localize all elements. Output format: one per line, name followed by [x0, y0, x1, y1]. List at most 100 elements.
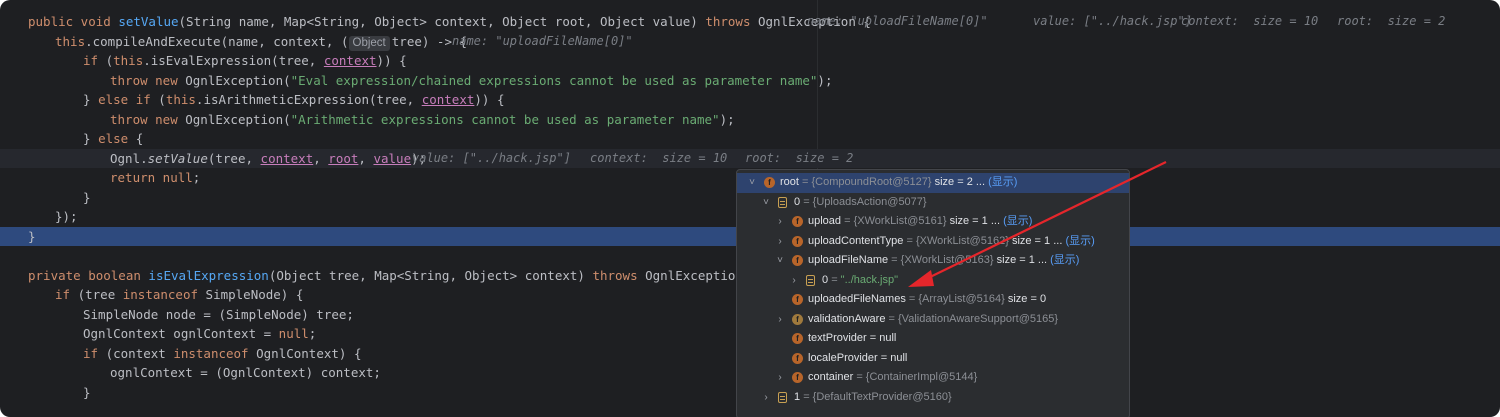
field-icon: f: [792, 294, 803, 305]
code-line[interactable]: public void setValue(String name, Map<St…: [0, 12, 1500, 32]
inline-debug-value: value: ["../hack.jsp"]: [412, 150, 571, 165]
chevron-right-icon[interactable]: ›: [775, 212, 785, 232]
node-text: 0 = "../hack.jsp": [822, 271, 898, 291]
code-token: Ognl.: [110, 150, 148, 166]
variable-name: textProvider: [808, 332, 867, 344]
code-line[interactable]: Ognl.setValue(tree, context, root, value…: [0, 148, 1500, 168]
code-token: return null: [110, 170, 193, 185]
code-token: "Eval expression/chained expressions can…: [290, 72, 818, 88]
code-token: isEvalExpression: [148, 267, 269, 283]
field-icon: f: [792, 255, 803, 266]
node-text: validationAware = {ValidationAwareSuppor…: [808, 310, 1058, 330]
code-token: .isArithmeticExpression(tree,: [195, 92, 422, 107]
variable-reference: = {DefaultTextProvider@5160}: [803, 390, 952, 403]
code-line[interactable]: } else if (this.isArithmeticExpression(t…: [0, 90, 1500, 110]
chevron-right-icon[interactable]: ›: [789, 271, 799, 291]
collection-size: size = 1 ...: [949, 215, 1001, 227]
node-text: upload = {XWorkList@5161} size = 1 ... (…: [808, 212, 1032, 232]
collection-size: size = 2 ...: [934, 176, 986, 188]
variable-name: 1: [794, 390, 801, 403]
code-token: (tree: [70, 287, 123, 302]
tree-node[interactable]: ˅ f root = {CompoundRoot@5127} size = 2 ..…: [737, 173, 1129, 193]
code-token: ,: [358, 150, 374, 166]
variable-name: upload: [808, 215, 842, 227]
tree-node[interactable]: ˅ f uploadFileName = {XWorkList@5163} size…: [737, 251, 1129, 271]
tree-node[interactable]: › f uploadContentType = {XWorkList@5162} s…: [737, 232, 1129, 252]
code-line[interactable]: throw new OgnlException("Eval expression…: [0, 71, 1500, 91]
chevron-down-icon[interactable]: ˅: [761, 193, 771, 213]
variable-name: container: [808, 371, 854, 383]
variable-reference: = {ValidationAwareSupport@5165}: [888, 312, 1058, 325]
chevron-right-icon[interactable]: ›: [775, 232, 785, 252]
code-token: SimpleNode) {: [198, 287, 304, 302]
chevron-right-icon[interactable]: ›: [775, 310, 785, 330]
code-token: throw new: [110, 72, 178, 88]
code-token: null: [278, 326, 309, 341]
inline-debug-value: root: size = 2: [1337, 14, 1446, 28]
code-token: });: [55, 209, 78, 224]
code-token: ;: [192, 170, 201, 185]
show-more-link[interactable]: (显示): [1050, 254, 1079, 266]
code-token: public void: [28, 14, 119, 29]
chevron-right-icon[interactable]: ›: [761, 388, 771, 408]
node-text: 0 = {UploadsAction@5077}: [794, 193, 927, 213]
code-line[interactable]: if (this.isEvalExpression(tree, context)…: [0, 51, 1500, 71]
code-token: throws: [705, 14, 751, 29]
code-token: {: [128, 131, 144, 146]
tree-node[interactable]: f textProvider = null: [737, 329, 1129, 349]
show-more-link[interactable]: (显示): [1065, 235, 1094, 247]
tree-node[interactable]: › f upload = {XWorkList@5161} size = 1 ...…: [737, 212, 1129, 232]
chevron-down-icon[interactable]: ˅: [747, 173, 757, 193]
type-hint-chip: Object: [348, 35, 390, 51]
variable-name: uploadedFileNames: [808, 293, 906, 305]
variable-reference: = {ContainerImpl@5144}: [856, 371, 978, 383]
variable-name: localeProvider: [808, 351, 878, 364]
collection-size: size = 1 ...: [1011, 234, 1063, 247]
code-token: (: [98, 53, 114, 68]
code-token: SimpleNode node = (SimpleNode) tree;: [83, 306, 354, 322]
tree-node[interactable]: › f container = {ContainerImpl@5144}: [737, 368, 1129, 388]
code-token: }: [83, 92, 99, 107]
code-token: )) {: [474, 92, 505, 107]
variable-name: root: [780, 176, 799, 188]
chevron-right-icon[interactable]: ›: [775, 368, 785, 388]
code-line[interactable]: throw new OgnlException("Arithmetic expr…: [0, 110, 1500, 130]
code-token: OgnlException(: [177, 111, 291, 127]
tree-node[interactable]: › 0 = "../hack.jsp": [737, 271, 1129, 291]
array-element-icon: [778, 196, 787, 208]
code-editor[interactable]: public void setValue(String name, Map<St…: [0, 0, 1500, 417]
tree-node[interactable]: f uploadedFileNames = {ArrayList@5164} si…: [737, 290, 1129, 310]
variable-reference: = {CompoundRoot@5127}: [802, 176, 932, 188]
code-token: this: [55, 33, 86, 49]
field-icon: f: [792, 235, 803, 247]
code-token: );: [817, 72, 833, 88]
code-line[interactable]: } else {: [0, 129, 1500, 149]
tree-node[interactable]: f localeProvider = null: [737, 349, 1129, 369]
tree-node[interactable]: ˅ 0 = {UploadsAction@5077}: [737, 193, 1129, 213]
variable-name: uploadFileName: [808, 254, 889, 266]
code-token: instanceof: [173, 345, 249, 361]
code-token: OgnlContext) {: [248, 345, 362, 361]
code-line[interactable]: this.compileAndExecute(name, context, (O…: [0, 32, 1500, 52]
tree-node[interactable]: › f validationAware = {ValidationAwareSupp…: [737, 310, 1129, 330]
debugger-variables-popup[interactable]: ˅ f root = {CompoundRoot@5127} size = 2 ..…: [736, 169, 1130, 417]
tree-node[interactable]: › 1 = {DefaultTextProvider@5160}: [737, 388, 1129, 408]
inline-debug-value: value: ["../hack.jsp"]: [1033, 14, 1192, 28]
show-more-link[interactable]: (显示): [1003, 215, 1032, 227]
code-token: (Object tree, Map<String, Object> contex…: [268, 267, 593, 283]
variable-reference: = {XWorkList@5163}: [891, 254, 994, 266]
code-token: instanceof: [122, 287, 199, 302]
code-token: context: [260, 150, 314, 166]
node-text: 1 = {DefaultTextProvider@5160}: [794, 388, 952, 408]
show-more-link[interactable]: (显示): [988, 176, 1017, 188]
code-token: )) {: [376, 53, 407, 68]
chevron-down-icon[interactable]: ˅: [775, 251, 785, 271]
node-text: uploadContentType = {XWorkList@5162} siz…: [808, 232, 1095, 252]
code-token: ognlContext = (OgnlContext) context;: [110, 365, 381, 380]
collection-size: size = 1 ...: [996, 254, 1048, 266]
variable-reference: =: [831, 273, 841, 286]
code-token: else: [98, 131, 129, 146]
variable-name: 0: [794, 195, 801, 208]
code-token: ,: [313, 150, 329, 166]
field-icon: f: [764, 177, 775, 188]
